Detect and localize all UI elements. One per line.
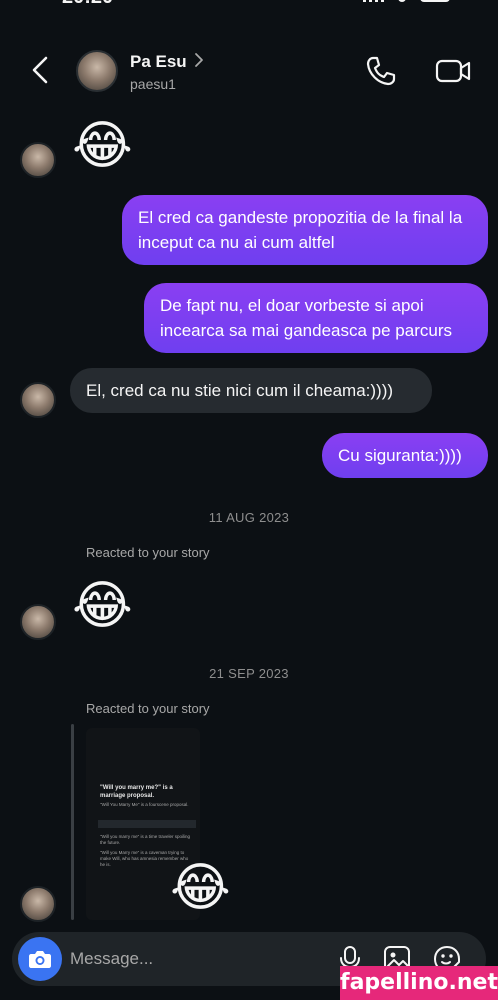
wifi-icon bbox=[398, 0, 406, 2]
chevron-left-icon[interactable] bbox=[26, 54, 56, 86]
story-title: "Will you marry me?" is a marriage propo… bbox=[100, 785, 173, 799]
status-time: 20:20 bbox=[62, 0, 113, 9]
emoji-message[interactable]: 😂 bbox=[72, 576, 133, 636]
outgoing-message[interactable]: Cu siguranta:)))) bbox=[322, 433, 488, 478]
avatar[interactable] bbox=[20, 382, 56, 418]
date-separator: 11 AUG 2023 bbox=[208, 510, 290, 525]
status-bar: 20:20 bbox=[0, 0, 498, 10]
chevron-right-icon[interactable] bbox=[193, 52, 205, 68]
avatar[interactable] bbox=[20, 886, 56, 922]
incoming-message[interactable]: El, cred ca nu stie nici cum il cheama:)… bbox=[70, 368, 432, 413]
camera-button[interactable] bbox=[18, 937, 62, 981]
story-text: "Will You Marry Me" is a fourscene propo… bbox=[100, 802, 189, 807]
contact-username: paesu1 bbox=[130, 76, 176, 92]
avatar[interactable] bbox=[76, 50, 118, 92]
outgoing-message[interactable]: De fapt nu, el doar vorbeste si apoi inc… bbox=[144, 283, 488, 353]
date-separator: 21 SEP 2023 bbox=[209, 666, 289, 681]
contact-name[interactable]: Pa Esu bbox=[130, 52, 187, 72]
emoji-message[interactable]: 😂 bbox=[72, 116, 133, 176]
video-camera-icon[interactable] bbox=[434, 54, 472, 88]
reaction-label: Reacted to your story bbox=[86, 545, 210, 560]
watermark: fapellino.net bbox=[340, 966, 498, 1000]
battery-icon bbox=[420, 0, 450, 2]
reaction-label: Reacted to your story bbox=[86, 701, 210, 716]
status-icons bbox=[363, 0, 450, 2]
story-reply-indicator bbox=[71, 724, 74, 920]
message-input[interactable] bbox=[70, 946, 310, 972]
chat-header: Pa Esu paesu1 bbox=[0, 40, 498, 102]
story-text: "Will you marry me" is a time traveler s… bbox=[100, 834, 190, 845]
story-reaction-emoji[interactable]: 😂 bbox=[170, 858, 231, 918]
outgoing-message[interactable]: El cred ca gandeste propozitia de la fin… bbox=[122, 195, 488, 265]
story-divider bbox=[98, 820, 196, 828]
avatar[interactable] bbox=[20, 142, 56, 178]
avatar[interactable] bbox=[20, 604, 56, 640]
camera-icon bbox=[29, 951, 51, 968]
phone-icon[interactable] bbox=[364, 54, 398, 88]
signal-icon bbox=[363, 0, 384, 2]
